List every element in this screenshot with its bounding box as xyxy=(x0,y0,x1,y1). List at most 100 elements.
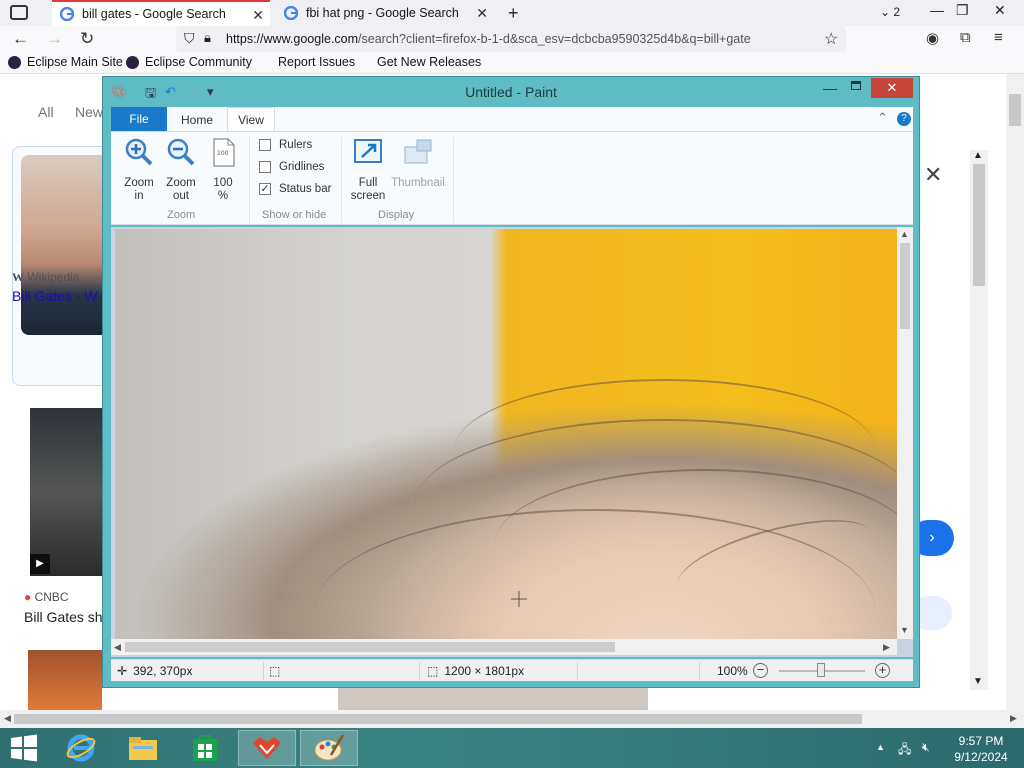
restore-icon[interactable]: ❐ xyxy=(956,2,969,19)
start-button[interactable] xyxy=(0,730,48,766)
scroll-up-icon[interactable]: ▲ xyxy=(900,229,909,239)
scroll-right-icon[interactable]: ▶ xyxy=(883,642,890,653)
horizontal-scroll-thumb[interactable] xyxy=(14,714,862,724)
clock[interactable]: 9:57 PM 9/12/2024 xyxy=(944,733,1018,765)
zoom-level: 100% xyxy=(717,664,748,678)
bookmark-eclipse-community[interactable]: Eclipse Community xyxy=(126,55,252,69)
wikipedia-icon: W xyxy=(12,270,24,284)
full-screen-button[interactable]: Full screen xyxy=(347,137,389,203)
minimize-icon[interactable]: — xyxy=(930,2,944,18)
zoom-out-button[interactable]: Zoom out xyxy=(163,137,199,203)
volume-muted-icon[interactable]: 🔇︎ xyxy=(922,740,930,755)
group-separator xyxy=(249,137,250,223)
zoom-100-button[interactable]: 100 100% xyxy=(205,137,241,203)
bookmark-get-new-releases[interactable]: Get New Releases xyxy=(377,55,481,69)
zoom-slider-knob[interactable] xyxy=(817,663,825,677)
extensions-icon[interactable]: ⧉ xyxy=(960,29,971,46)
google-tab-news[interactable]: New xyxy=(75,104,103,120)
tab-fbi-hat[interactable]: fbi hat png - Google Search ✕ xyxy=(276,0,494,26)
menu-icon[interactable]: ≡ xyxy=(994,29,1003,46)
rulers-checkbox[interactable]: Rulers xyxy=(259,139,312,151)
page-scrollbar[interactable] xyxy=(1006,74,1024,710)
tab-bill-gates[interactable]: bill gates - Google Search ✕ xyxy=(52,0,270,26)
google-tab-all[interactable]: All xyxy=(38,104,54,120)
scroll-left-icon[interactable]: ◀ xyxy=(114,642,121,653)
page-scroll-thumb[interactable] xyxy=(1009,94,1021,126)
eclipse-icon xyxy=(8,55,21,69)
url-text[interactable]: https://www.google.com/search?client=fir… xyxy=(226,32,816,46)
lock-icon[interactable]: 🔒︎ xyxy=(204,30,211,46)
minimize-icon[interactable]: — xyxy=(823,80,837,96)
paint-app-button[interactable] xyxy=(300,730,358,766)
status-bar-checkbox[interactable]: ✓ Status bar xyxy=(259,183,331,195)
shield-icon[interactable]: ⛉ xyxy=(184,30,195,47)
collapse-ribbon-icon[interactable]: ⌃ xyxy=(877,110,888,126)
selection-size: ⬚ xyxy=(269,664,280,678)
image-result-card[interactable] xyxy=(12,146,112,386)
devtools-app-button[interactable] xyxy=(238,730,296,766)
group-separator xyxy=(453,137,454,223)
checkmark-icon[interactable]: ✓ xyxy=(259,183,271,195)
scroll-down-icon[interactable]: ▼ xyxy=(973,676,983,687)
cnbc-icon: ● xyxy=(24,590,32,604)
zoom-in-icon[interactable]: + xyxy=(875,663,890,678)
side-panel-scroll-thumb[interactable] xyxy=(973,164,985,286)
tab-home[interactable]: Home xyxy=(181,113,213,127)
full-screen-icon xyxy=(354,139,382,163)
result-title[interactable]: Bill Gates - W xyxy=(12,288,98,304)
result-photo xyxy=(21,155,111,335)
show-hidden-icons[interactable]: ▲ xyxy=(876,742,885,752)
checkbox-box[interactable] xyxy=(259,139,271,151)
close-icon[interactable]: ✕ xyxy=(924,162,942,188)
bookmark-report-issues[interactable]: Report Issues xyxy=(278,55,355,69)
tab-count[interactable]: ⌄ 2 xyxy=(880,5,900,19)
gridlines-checkbox[interactable]: Gridlines xyxy=(259,161,324,173)
network-icon[interactable]: 🖧︎ xyxy=(898,740,911,761)
horizontal-scroll-thumb[interactable] xyxy=(125,642,615,652)
thumbnail-icon xyxy=(404,139,432,164)
canvas-horizontal-scrollbar[interactable]: ◀ ▶ xyxy=(111,639,897,655)
tab-list-icon[interactable] xyxy=(10,5,28,20)
result-thumbnail[interactable] xyxy=(28,650,102,710)
thumbnail-button[interactable]: Thumbnail xyxy=(389,137,447,190)
status-bar: ✛ 392, 370px ⬚ ⬚ 1200 × 1801px 100% − + xyxy=(111,659,913,681)
tab-title: fbi hat png - Google Search xyxy=(306,6,459,20)
scroll-up-icon[interactable]: ▲ xyxy=(973,150,983,161)
reload-icon[interactable]: ↻ xyxy=(80,29,94,49)
tab-view[interactable]: View xyxy=(227,107,275,132)
bookmark-eclipse-main[interactable]: Eclipse Main Site xyxy=(8,55,123,69)
maximize-icon[interactable] xyxy=(851,81,861,90)
file-explorer-button[interactable] xyxy=(114,730,172,766)
bookmark-star-icon[interactable]: ☆ xyxy=(824,29,838,49)
account-icon[interactable]: ◉ xyxy=(926,29,939,47)
status-separator xyxy=(419,662,420,680)
paint-title-bar[interactable]: 🎨︎ 🖫 ↶ ↷ ▾ Untitled - Paint — ✕ xyxy=(103,77,919,105)
play-icon[interactable]: ▶ xyxy=(30,554,50,574)
zoom-in-button[interactable]: Zoom in xyxy=(121,137,157,203)
close-window-icon[interactable]: ✕ xyxy=(994,2,1006,19)
close-icon[interactable]: ✕ xyxy=(871,78,913,98)
page-horizontal-scrollbar[interactable]: ◀ ▶ xyxy=(0,710,1024,728)
forward-icon[interactable]: → xyxy=(46,29,63,49)
help-icon[interactable]: ? xyxy=(897,112,911,126)
scroll-left-icon[interactable]: ◀ xyxy=(4,713,11,724)
close-tab-icon[interactable]: ✕ xyxy=(476,5,488,22)
canvas-vertical-scrollbar[interactable]: ▲ ▼ xyxy=(897,227,913,639)
show-hide-group-label: Show or hide xyxy=(262,209,327,221)
video-thumbnail[interactable] xyxy=(30,408,102,576)
clock-time: 9:57 PM xyxy=(958,734,1004,748)
internet-explorer-button[interactable] xyxy=(52,730,110,766)
new-tab-icon[interactable]: + xyxy=(508,3,519,24)
file-menu-button[interactable]: File xyxy=(111,107,167,131)
close-tab-icon[interactable]: ✕ xyxy=(252,7,264,24)
canvas-image[interactable] xyxy=(115,229,897,639)
zoom-out-icon[interactable]: − xyxy=(753,663,768,678)
result-title[interactable]: Bill Gates sh xyxy=(24,609,103,625)
scroll-down-icon[interactable]: ▼ xyxy=(900,625,909,635)
url-bar[interactable]: ⛉ 🔒︎ https://www.google.com/search?clien… xyxy=(176,26,846,52)
store-button[interactable] xyxy=(176,730,234,766)
back-icon[interactable]: ← xyxy=(12,29,29,49)
checkbox-box[interactable] xyxy=(259,161,271,173)
vertical-scroll-thumb[interactable] xyxy=(900,243,910,329)
scroll-right-icon[interactable]: ▶ xyxy=(1010,713,1017,724)
